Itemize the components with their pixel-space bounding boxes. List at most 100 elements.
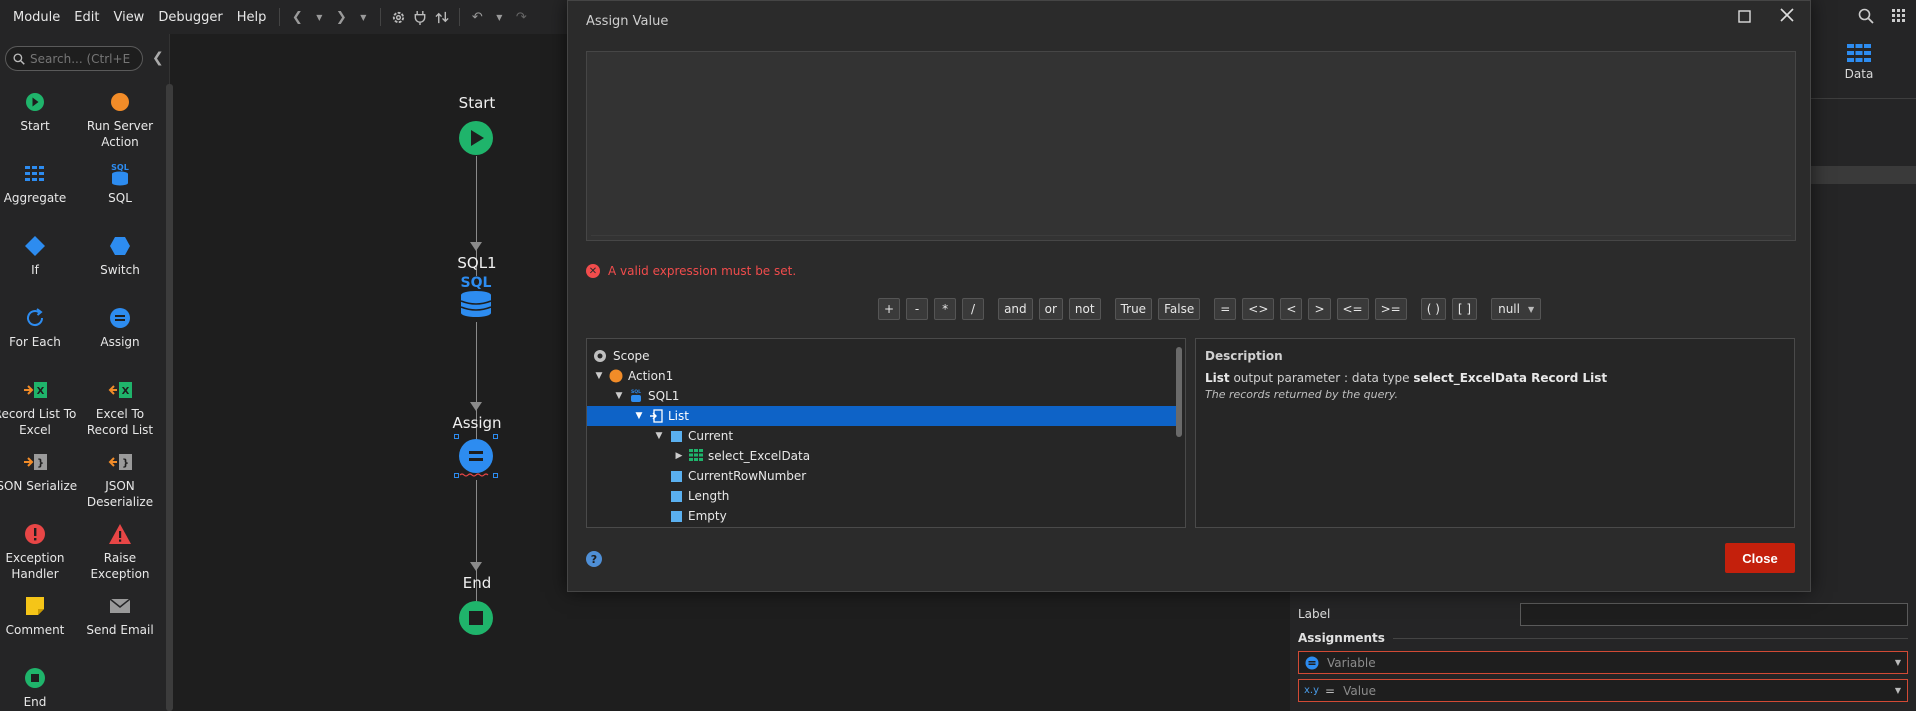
op-true[interactable]: True: [1114, 298, 1153, 320]
tree-item-list[interactable]: ▼ List: [587, 406, 1179, 426]
data-tab[interactable]: Data: [1810, 44, 1908, 81]
tool-start[interactable]: Start: [0, 90, 78, 134]
tree-item-empty[interactable]: Empty: [587, 506, 1179, 526]
svg-text:}: }: [122, 458, 129, 469]
close-button[interactable]: Close: [1725, 543, 1795, 573]
tool-json-serialize[interactable]: } JSON Serialize: [0, 450, 78, 494]
dropdown-icon[interactable]: ▼: [488, 6, 510, 28]
expand-caret-icon[interactable]: ▼: [613, 391, 625, 401]
expand-caret-icon[interactable]: ▼: [653, 431, 665, 441]
tool-run-server-action[interactable]: Run Server Action: [77, 90, 163, 150]
svg-text:}: }: [37, 458, 44, 469]
dropdown-icon[interactable]: ▼: [308, 6, 330, 28]
op-greater-than[interactable]: >: [1308, 298, 1331, 320]
tree-item-length[interactable]: Length: [587, 486, 1179, 506]
op-and[interactable]: and: [998, 298, 1033, 320]
tool-if[interactable]: If: [0, 234, 78, 278]
tool-end[interactable]: End: [0, 666, 78, 710]
menu-edit[interactable]: Edit: [67, 10, 106, 25]
settings-icon[interactable]: [387, 6, 409, 28]
chevron-down-icon[interactable]: ▼: [1895, 658, 1901, 667]
op-divide[interactable]: /: [962, 298, 985, 320]
op-less-than[interactable]: <: [1280, 298, 1303, 320]
tree-item-current[interactable]: ▼ Current: [587, 426, 1179, 446]
op-null-dropdown[interactable]: null ▼: [1491, 298, 1542, 320]
tree-item-current-row-number[interactable]: CurrentRowNumber: [587, 466, 1179, 486]
op-minus[interactable]: -: [906, 298, 929, 320]
maximize-icon[interactable]: [1738, 7, 1751, 28]
expand-caret-icon[interactable]: ▶: [673, 451, 685, 461]
tool-json-deserialize[interactable]: } JSON Deserialize: [77, 450, 163, 510]
plug-icon[interactable]: [409, 6, 431, 28]
tree-scrollbar[interactable]: [1176, 347, 1182, 437]
assignment-variable-field[interactable]: Variable ▼: [1298, 651, 1908, 674]
dialog-title: Assign Value: [586, 14, 669, 29]
operator-bar: + - * / and or not True False = <> < > <…: [878, 297, 1547, 321]
toolbox-search[interactable]: [5, 46, 143, 71]
menu-module[interactable]: Module: [6, 10, 67, 25]
selected-row-strip: [1810, 166, 1916, 184]
expand-caret-icon[interactable]: ▼: [633, 411, 645, 421]
toolbox-search-input[interactable]: [30, 51, 130, 66]
tool-comment[interactable]: Comment: [0, 594, 78, 638]
sql-node[interactable]: SQL: [458, 276, 494, 321]
op-null: null: [1498, 302, 1520, 316]
tool-label: JSON Serialize: [0, 479, 78, 493]
tool-aggregate[interactable]: Aggregate: [0, 162, 78, 206]
op-or[interactable]: or: [1038, 298, 1063, 320]
description-param-text: output parameter : data type: [1229, 371, 1414, 385]
tree-item-select-exceldata[interactable]: ▶ select_ExcelData: [587, 446, 1179, 466]
tree-item-action1[interactable]: ▼ Action1: [587, 366, 1179, 386]
op-equals[interactable]: =: [1214, 298, 1237, 320]
op-parentheses[interactable]: ( ): [1420, 298, 1446, 320]
publish-icon[interactable]: [431, 6, 453, 28]
menu-view[interactable]: View: [106, 10, 151, 25]
end-node[interactable]: [458, 600, 494, 639]
op-not[interactable]: not: [1068, 298, 1101, 320]
tree-item-scope[interactable]: Scope: [587, 346, 1179, 366]
op-multiply[interactable]: *: [934, 298, 957, 320]
tool-for-each[interactable]: For Each: [0, 306, 78, 350]
close-icon[interactable]: [1780, 6, 1794, 27]
tool-raise-exception[interactable]: Raise Exception: [77, 522, 163, 582]
tool-excel-to-record-list[interactable]: X Excel To Record List: [77, 378, 163, 438]
tool-label: Comment: [5, 623, 65, 637]
scope-tree[interactable]: Scope ▼ Action1 ▼ SQL SQL1 ▼ List ▼ Curr…: [586, 338, 1186, 528]
tool-send-email[interactable]: Send Email: [77, 594, 163, 638]
op-plus[interactable]: +: [878, 298, 901, 320]
expression-editor[interactable]: [586, 51, 1796, 241]
description-subtext: The records returned by the query.: [1205, 388, 1399, 401]
apps-grid-icon[interactable]: [1892, 9, 1906, 26]
tool-assign[interactable]: Assign: [77, 306, 163, 350]
menu-help[interactable]: Help: [230, 10, 274, 25]
assignment-value-field[interactable]: x.y = Value ▼: [1298, 679, 1908, 702]
flow-arrow: [470, 402, 482, 411]
op-brackets[interactable]: [ ]: [1451, 298, 1478, 320]
back-icon[interactable]: ❮: [286, 6, 308, 28]
redo-icon[interactable]: ↷: [510, 6, 532, 28]
toolbox-scrollbar[interactable]: [166, 84, 173, 711]
svg-text:SQL: SQL: [631, 389, 641, 395]
menu-debugger[interactable]: Debugger: [151, 10, 229, 25]
label-field-input[interactable]: [1520, 603, 1908, 626]
op-less-equal[interactable]: <=: [1336, 298, 1369, 320]
dropdown-icon[interactable]: ▼: [352, 6, 374, 28]
undo-icon[interactable]: ↶: [466, 6, 488, 28]
tool-sql[interactable]: SQL SQL: [77, 162, 163, 206]
svg-text:X: X: [37, 386, 45, 397]
collapse-toolbox-icon[interactable]: ❮: [152, 50, 164, 66]
forward-icon[interactable]: ❯: [330, 6, 352, 28]
op-not-equals[interactable]: <>: [1242, 298, 1275, 320]
op-greater-equal[interactable]: >=: [1374, 298, 1407, 320]
start-node[interactable]: [458, 120, 494, 159]
tool-exception-handler[interactable]: Exception Handler: [0, 522, 78, 582]
tool-record-list-to-excel[interactable]: X Record List To Excel: [0, 378, 78, 438]
tree-item-sql1[interactable]: ▼ SQL SQL1: [587, 386, 1179, 406]
help-icon[interactable]: ?: [586, 551, 602, 567]
chevron-down-icon[interactable]: ▼: [1895, 686, 1901, 695]
op-false[interactable]: False: [1158, 298, 1201, 320]
assign-node[interactable]: [454, 434, 498, 478]
expand-caret-icon[interactable]: ▼: [593, 371, 605, 381]
search-icon[interactable]: [1858, 8, 1874, 27]
tool-switch[interactable]: Switch: [77, 234, 163, 278]
